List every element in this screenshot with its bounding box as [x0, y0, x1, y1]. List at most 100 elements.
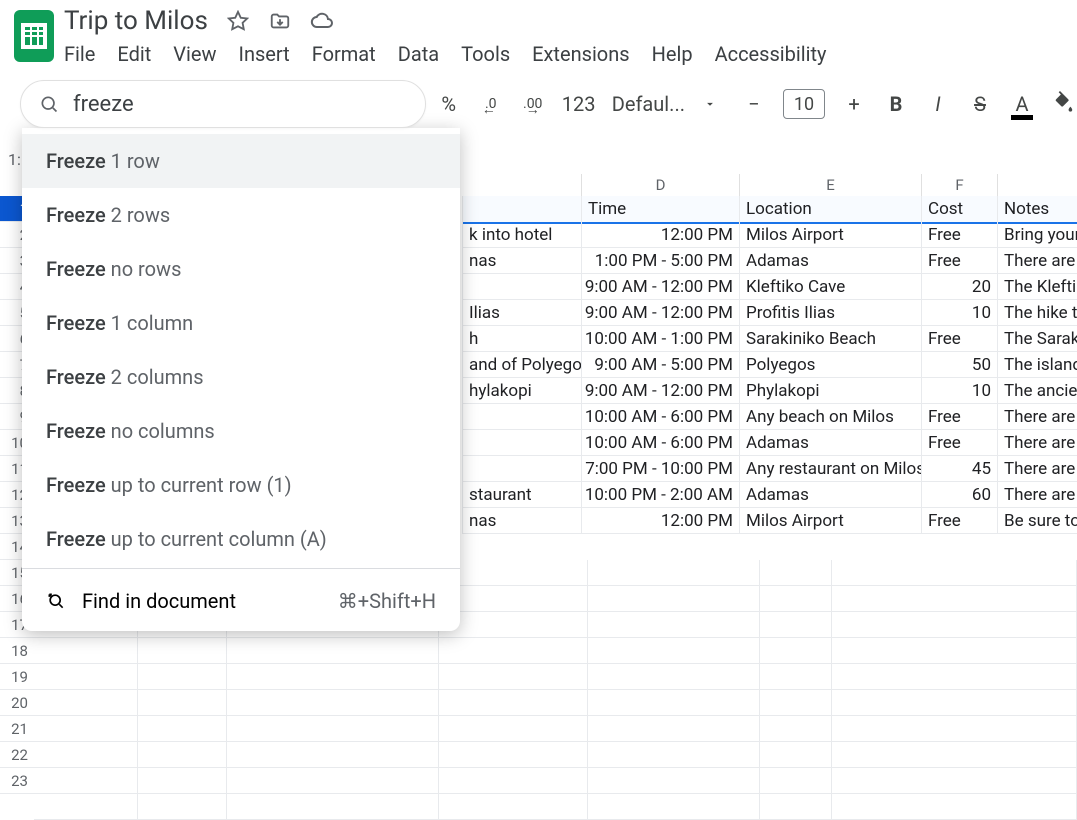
empty-row[interactable]	[34, 768, 1077, 794]
table-row[interactable]: and of Polyegos9:00 AM - 5:00 PMPolyegos…	[462, 352, 1077, 378]
dd-find-in-document[interactable]: Find in document ⌘+Shift+H	[22, 571, 460, 631]
row-number[interactable]: 18	[0, 638, 34, 664]
cell-c-partial[interactable]	[462, 274, 582, 299]
cell-time[interactable]: 12:00 PM	[582, 222, 740, 247]
cell-notes[interactable]: The ancie	[998, 378, 1077, 403]
cell-c-partial[interactable]: hylakopi	[462, 378, 582, 403]
cell-c-partial[interactable]: nas	[462, 508, 582, 533]
cell-location[interactable]: Any beach on Milos	[740, 404, 922, 429]
cell-cost[interactable]: Free	[922, 404, 998, 429]
table-row[interactable]: staurant10:00 PM - 2:00 AMAdamas60There …	[462, 482, 1077, 508]
header-cost[interactable]: Cost	[922, 196, 998, 222]
cell-time[interactable]: 10:00 AM - 6:00 PM	[582, 404, 740, 429]
cloud-status-icon[interactable]	[310, 9, 334, 33]
col-header-E[interactable]: E	[740, 174, 922, 196]
cell-notes[interactable]: There are	[998, 456, 1077, 481]
table-row[interactable]: h10:00 AM - 1:00 PMSarakiniko BeachFreeT…	[462, 326, 1077, 352]
cell-time[interactable]: 9:00 AM - 5:00 PM	[582, 352, 740, 377]
fill-color-button[interactable]	[1051, 91, 1077, 118]
menu-edit[interactable]: Edit	[117, 42, 151, 66]
cell-location[interactable]: Kleftiko Cave	[740, 274, 922, 299]
cell-location[interactable]: Adamas	[740, 482, 922, 507]
cell-time[interactable]: 9:00 AM - 12:00 PM	[582, 274, 740, 299]
cell-c-partial[interactable]: nas	[462, 248, 582, 273]
menu-data[interactable]: Data	[398, 42, 439, 66]
italic-button[interactable]: I	[925, 92, 951, 116]
menu-format[interactable]: Format	[312, 42, 376, 66]
increase-font-button[interactable]: +	[841, 92, 867, 116]
menu-file[interactable]: File	[64, 42, 95, 66]
star-icon[interactable]	[226, 9, 250, 33]
row-number[interactable]: 22	[0, 742, 34, 768]
cell-notes[interactable]: The hike t	[998, 300, 1077, 325]
cell-cost[interactable]: 10	[922, 378, 998, 403]
cell-location[interactable]: Profitis Ilias	[740, 300, 922, 325]
cell-notes[interactable]: The island	[998, 352, 1077, 377]
strike-button[interactable]: S	[967, 92, 993, 116]
empty-row[interactable]	[34, 742, 1077, 768]
table-row[interactable]: hylakopi9:00 AM - 12:00 PMPhylakopi10The…	[462, 378, 1077, 404]
move-icon[interactable]	[268, 9, 292, 33]
table-row[interactable]: nas12:00 PMMilos AirportFreeBe sure to	[462, 508, 1077, 534]
cell-time[interactable]: 10:00 AM - 6:00 PM	[582, 430, 740, 455]
table-row[interactable]: 9:00 AM - 12:00 PMKleftiko Cave20The Kle…	[462, 274, 1077, 300]
col-header-C-edge[interactable]	[462, 174, 582, 196]
cell-notes[interactable]: Be sure to	[998, 508, 1077, 533]
cell-time[interactable]: 10:00 AM - 1:00 PM	[582, 326, 740, 351]
table-row[interactable]: Ilias9:00 AM - 12:00 PMProfitis Ilias10T…	[462, 300, 1077, 326]
menu-search-box[interactable]	[20, 80, 426, 128]
cell-cost[interactable]: 20	[922, 274, 998, 299]
cell-notes[interactable]: There are	[998, 404, 1077, 429]
dd-freeze-2-cols[interactable]: Freeze 2 columns	[22, 350, 460, 404]
cell-cost[interactable]: Free	[922, 248, 998, 273]
cell-cost[interactable]: 10	[922, 300, 998, 325]
cell-location[interactable]: Sarakiniko Beach	[740, 326, 922, 351]
empty-row[interactable]	[34, 690, 1077, 716]
menu-extensions[interactable]: Extensions	[532, 42, 629, 66]
cell-time[interactable]: 7:00 PM - 10:00 PM	[582, 456, 740, 481]
table-row[interactable]: 10:00 AM - 6:00 PMAny beach on MilosFree…	[462, 404, 1077, 430]
row-number[interactable]: 19	[0, 664, 34, 690]
header-notes[interactable]: Notes	[998, 196, 1077, 222]
table-row[interactable]: 10:00 AM - 6:00 PMAdamasFreeThere are	[462, 430, 1077, 456]
cell-c-partial[interactable]: k into hotel	[462, 222, 582, 247]
empty-row[interactable]	[34, 794, 1077, 820]
cell-c-partial[interactable]	[462, 404, 582, 429]
menu-insert[interactable]: Insert	[239, 42, 290, 66]
dd-freeze-no-cols[interactable]: Freeze no columns	[22, 404, 460, 458]
table-row[interactable]: nas1:00 PM - 5:00 PMAdamasFreeThere are	[462, 248, 1077, 274]
cell-cost[interactable]: 60	[922, 482, 998, 507]
dd-freeze-current-row[interactable]: Freeze up to current row (1)	[22, 458, 460, 512]
row-number[interactable]: 20	[0, 690, 34, 716]
cell-location[interactable]: Any restaurant on Milos	[740, 456, 922, 481]
menu-help[interactable]: Help	[652, 42, 693, 66]
cell-cost[interactable]: 45	[922, 456, 998, 481]
cell-time[interactable]: 9:00 AM - 12:00 PM	[582, 300, 740, 325]
empty-row[interactable]	[34, 638, 1077, 664]
sheets-logo[interactable]	[14, 10, 54, 62]
cell-time[interactable]: 1:00 PM - 5:00 PM	[582, 248, 740, 273]
font-family-select[interactable]: Defaul...	[604, 90, 725, 118]
cell-c-partial[interactable]	[462, 430, 582, 455]
cell-location[interactable]: Adamas	[740, 430, 922, 455]
row-number[interactable]: 23	[0, 768, 34, 794]
increase-decimals-button[interactable]: .00→	[520, 96, 546, 112]
decrease-font-button[interactable]: −	[741, 92, 767, 116]
text-color-button[interactable]: A	[1009, 92, 1035, 116]
font-size-input[interactable]: 10	[783, 89, 825, 119]
menu-view[interactable]: View	[173, 42, 216, 66]
cell-notes[interactable]: There are	[998, 430, 1077, 455]
cell-c-partial[interactable]: Ilias	[462, 300, 582, 325]
cell-notes[interactable]: The Klefti	[998, 274, 1077, 299]
cell-notes[interactable]: The Sarak	[998, 326, 1077, 351]
empty-row[interactable]	[34, 664, 1077, 690]
header-time[interactable]: Time	[582, 196, 740, 222]
decrease-decimals-button[interactable]: .0←	[478, 96, 504, 112]
col-header-D[interactable]: D	[582, 174, 740, 196]
cell-notes[interactable]: There are	[998, 248, 1077, 273]
percent-button[interactable]: %	[436, 92, 462, 116]
cell-c-partial[interactable]	[462, 456, 582, 481]
cell-time[interactable]: 10:00 PM - 2:00 AM	[582, 482, 740, 507]
cell-cost[interactable]: Free	[922, 508, 998, 533]
cell-time[interactable]: 9:00 AM - 12:00 PM	[582, 378, 740, 403]
